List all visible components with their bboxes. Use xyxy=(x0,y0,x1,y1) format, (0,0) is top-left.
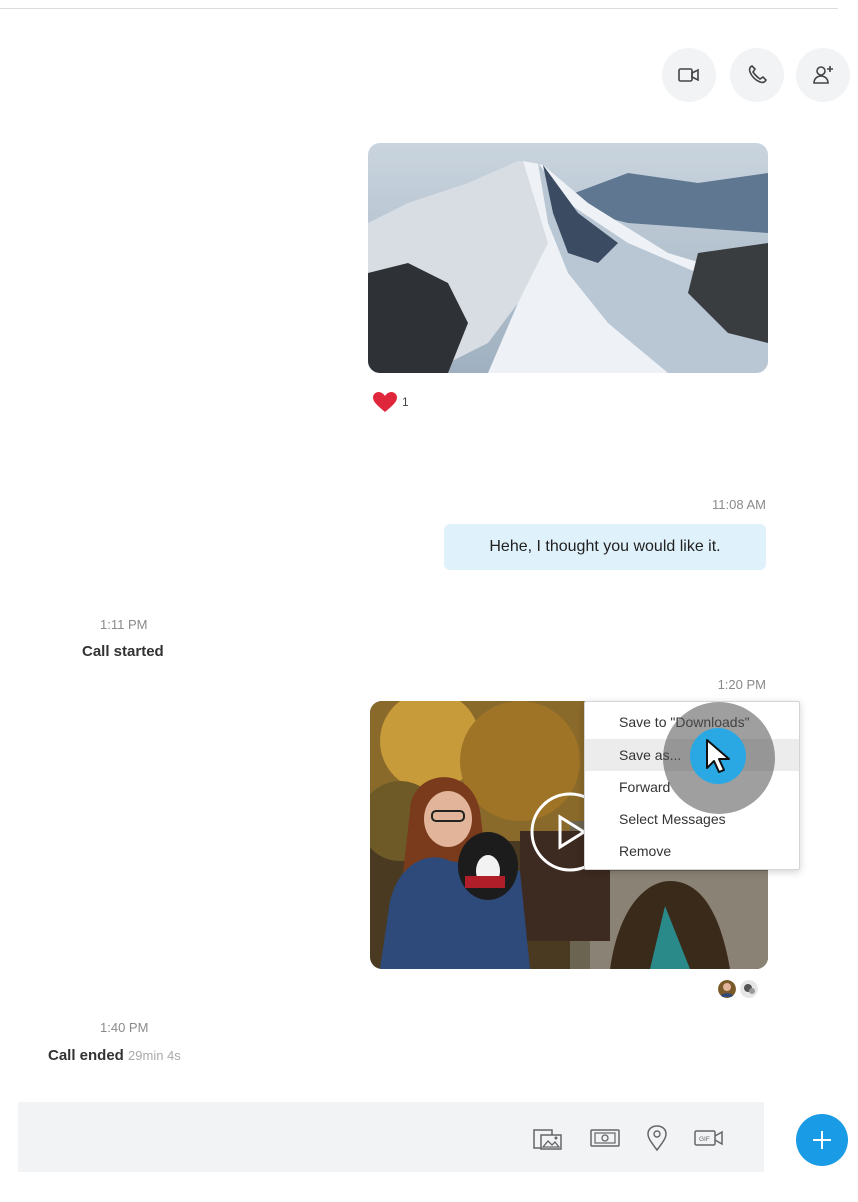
menu-item-label: Remove xyxy=(619,843,672,859)
menu-remove[interactable]: Remove xyxy=(585,835,799,867)
avatar xyxy=(740,980,758,998)
heart-icon xyxy=(373,392,397,412)
call-ended-time: 1:40 PM xyxy=(100,1020,149,1035)
message-text: Hehe, I thought you would like it. xyxy=(489,538,721,555)
call-started-time: 1:11 PM xyxy=(100,617,148,632)
add-person-icon xyxy=(813,66,833,84)
call-duration: 29min 4s xyxy=(128,1048,181,1063)
phone-call-icon xyxy=(748,65,767,84)
add-content-button[interactable] xyxy=(796,1114,848,1166)
add-person-button[interactable] xyxy=(796,48,850,102)
mountain-image xyxy=(368,143,768,373)
reaction-count: 1 xyxy=(402,395,409,409)
phone-call-button[interactable] xyxy=(730,48,784,102)
svg-text:GIF: GIF xyxy=(699,1136,710,1143)
gif-icon[interactable]: GIF xyxy=(692,1124,726,1152)
menu-item-label: Forward xyxy=(619,779,671,795)
heart-reaction[interactable]: 1 xyxy=(372,391,409,413)
mouse-pointer-icon xyxy=(706,739,730,773)
avatar xyxy=(718,980,736,998)
menu-item-label: Select Messages xyxy=(619,811,726,827)
message-timestamp: 11:08 AM xyxy=(712,497,766,512)
cursor-dot xyxy=(690,728,746,784)
mountain-photo[interactable] xyxy=(368,143,768,373)
menu-select-messages[interactable]: Select Messages xyxy=(585,803,799,835)
seen-by-avatars xyxy=(718,980,758,998)
video-call-icon xyxy=(678,68,699,82)
media-gallery-icon[interactable] xyxy=(532,1124,566,1152)
plus-icon xyxy=(813,1131,831,1149)
call-started-label: Call started xyxy=(82,643,164,660)
message-bubble[interactable]: Hehe, I thought you would like it. xyxy=(444,524,766,570)
photo-timestamp: 1:20 PM xyxy=(717,677,766,692)
video-call-button[interactable] xyxy=(662,48,716,102)
call-ended-label: Call ended xyxy=(48,1047,124,1064)
call-ended-row: Call ended 29min 4s xyxy=(48,1047,181,1064)
send-money-icon[interactable] xyxy=(588,1124,622,1152)
top-divider xyxy=(0,8,838,9)
location-pin-icon[interactable] xyxy=(640,1124,674,1152)
